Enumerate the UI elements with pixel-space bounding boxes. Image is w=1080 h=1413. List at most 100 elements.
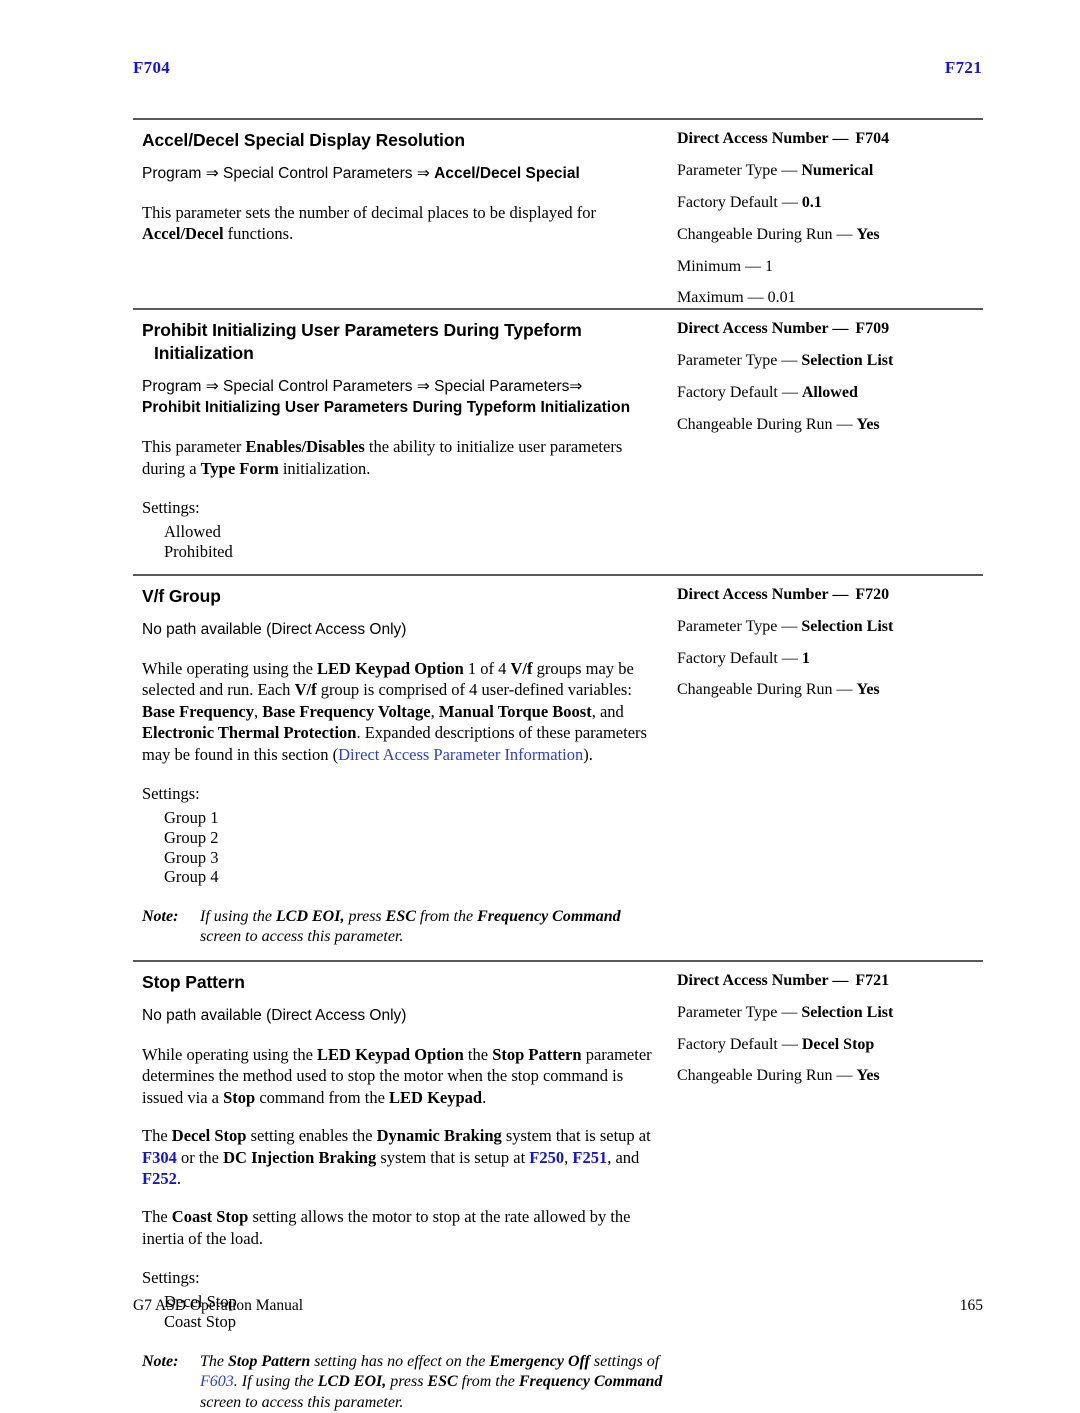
text-run: setting has no effect on the [310,1352,490,1370]
meta-label: Changeable During Run — [677,681,853,699]
section-menu-path: No path available (Direct Access Only) [142,620,407,638]
meta-label: Changeable During Run — [677,415,853,433]
meta-factory-default: Factory Default — Decel Stop [677,1036,983,1055]
text-run: The [200,1352,228,1370]
text-run: , [253,701,263,721]
text-run: , and [591,701,624,721]
section-right-column: Direct Access Number — F720 Parameter Typ… [671,576,983,701]
cross-reference-link[interactable]: F250 [529,1148,564,1167]
section-title: Prohibit Initializing User Parameters Du… [142,319,663,365]
text-run: Frequency Command [477,908,621,926]
meta-value: Selection List [801,352,894,370]
settings-label: Settings: [142,498,200,518]
meta-label: Factory Default — [677,649,798,667]
note-label: Note: [142,908,179,926]
menu-path-target: Accel/Decel Special [434,165,580,183]
cross-reference-link[interactable]: F304 [142,1148,177,1167]
text-run: Stop [223,1087,256,1107]
meta-value: Yes [856,1067,880,1085]
section-note: Note: If using the LCD EOI, press ESC fr… [142,907,663,948]
cross-reference-link[interactable]: F252 [142,1169,177,1188]
running-head-left: F704 [133,58,171,77]
settings-list-item: Group 3 [164,847,219,867]
section-right-column: Direct Access Number — F704 Parameter Typ… [671,120,983,308]
text-run: Decel Stop [171,1126,247,1146]
meta-value: 1 [801,649,810,667]
text-run: Stop Pattern [228,1352,311,1370]
text-run: press [344,908,386,926]
meta-label: Factory Default — [677,193,798,211]
meta-label: Parameter Type — [677,1003,798,1021]
meta-parameter-type: Parameter Type — Selection List [677,352,983,371]
settings-list-item: Prohibited [164,541,233,561]
settings-label: Settings: [142,1268,200,1288]
text-run: ESC [385,908,416,926]
section-description: While operating using the LED Keypad Opt… [142,1044,663,1108]
text-run: . [176,1168,181,1188]
note-label: Note: [142,1352,179,1370]
text-run: from the [415,908,478,926]
section-note: Note: The Stop Pattern setting has no ef… [142,1352,663,1413]
settings-list-item: Group 2 [164,827,219,847]
note-body: If using the LCD EOI, press ESC from the… [200,907,663,948]
section-menu-path: Program ⇒ Special Control Parameters ⇒ A… [142,164,663,185]
settings-list-item: Coast Stop [164,1312,236,1332]
meta-parameter-type: Parameter Type — Selection List [677,1004,983,1023]
text-run: . If using the [233,1373,318,1391]
section-title-line1: Prohibit Initializing User Parameters Du… [142,320,582,341]
meta-value: 0.01 [767,289,796,307]
text-run: . [482,1087,487,1107]
text-run: command from the [255,1087,390,1107]
meta-label: Minimum — [677,257,762,275]
meta-label: Parameter Type — [677,617,798,635]
meta-factory-default: Factory Default — 0.1 [677,194,983,213]
section-vf-group: V/f Group No path available (Direct Acce… [133,573,983,960]
text-run: LED Keypad Option [317,1044,464,1064]
meta-value: Yes [856,225,880,243]
meta-label: Factory Default — [677,384,798,401]
cross-reference-link[interactable]: F603 [200,1373,234,1390]
text-run: Coast Stop [171,1207,249,1227]
section-description: This parameter sets the number of decima… [142,202,663,245]
cross-reference-link[interactable]: Direct Access Parameter Information [338,745,583,764]
text-run: press [386,1373,428,1391]
meta-value: Selection List [801,617,894,635]
parameter-meta-list: Direct Access Number — F721 Parameter Typ… [677,972,983,1087]
cross-reference-link[interactable]: F251 [572,1148,607,1167]
text-run: LED Keypad Option [317,658,464,678]
meta-value: Decel Stop [801,1035,875,1053]
meta-parameter-type: Parameter Type — Selection List [677,618,983,637]
parameter-meta-list: Direct Access Number — F720 Parameter Typ… [677,586,983,701]
meta-label: Direct Access Number — [677,971,849,989]
page-footer: G7 ASD Operation Manual 165 [133,1297,983,1315]
meta-changeable-during-run: Changeable During Run — Yes [677,1067,983,1086]
meta-direct-access-number: Direct Access Number — F704 [677,130,983,149]
text-run: Stop Pattern [492,1044,582,1064]
meta-value: F709 [855,320,890,338]
text-run: V/f [294,680,317,700]
settings-label: Settings: [142,783,200,803]
meta-changeable-during-run: Changeable During Run — Yes [677,416,983,435]
meta-direct-access-number: Direct Access Number — F709 [677,320,983,339]
settings-list-item: Group 1 [164,807,219,827]
section-description: While operating using the LED Keypad Opt… [142,658,663,765]
meta-label: Parameter Type — [677,161,798,179]
section-title: V/f Group [142,585,221,606]
description-emphasis-2: Type Form [200,458,279,478]
description-emphasis-1: Enables/Disables [245,437,365,457]
text-run: Frequency Command [518,1373,663,1391]
text-run: The [142,1207,172,1227]
meta-value: Numerical [801,161,874,179]
settings-list: Group 1 Group 2 Group 3 Group 4 [133,808,663,887]
text-run: , [430,701,439,721]
text-run: Electronic Thermal Protection [142,723,357,743]
text-run: screen to access this parameter. [200,1393,404,1411]
running-head-right: F721 [944,58,982,77]
note-body: The Stop Pattern setting has no effect o… [200,1352,663,1413]
section-accel-decel-special-display-resolution: Accel/Decel Special Display Resolution P… [133,118,983,308]
text-run: Base Frequency Voltage [262,701,431,721]
section-left-column: V/f Group No path available (Direct Acce… [133,576,671,960]
text-run: 1 of 4 [463,658,511,678]
document-page: F704 F721 Accel/Decel Special Display Re… [0,0,1080,1411]
meta-value: F704 [855,130,890,147]
